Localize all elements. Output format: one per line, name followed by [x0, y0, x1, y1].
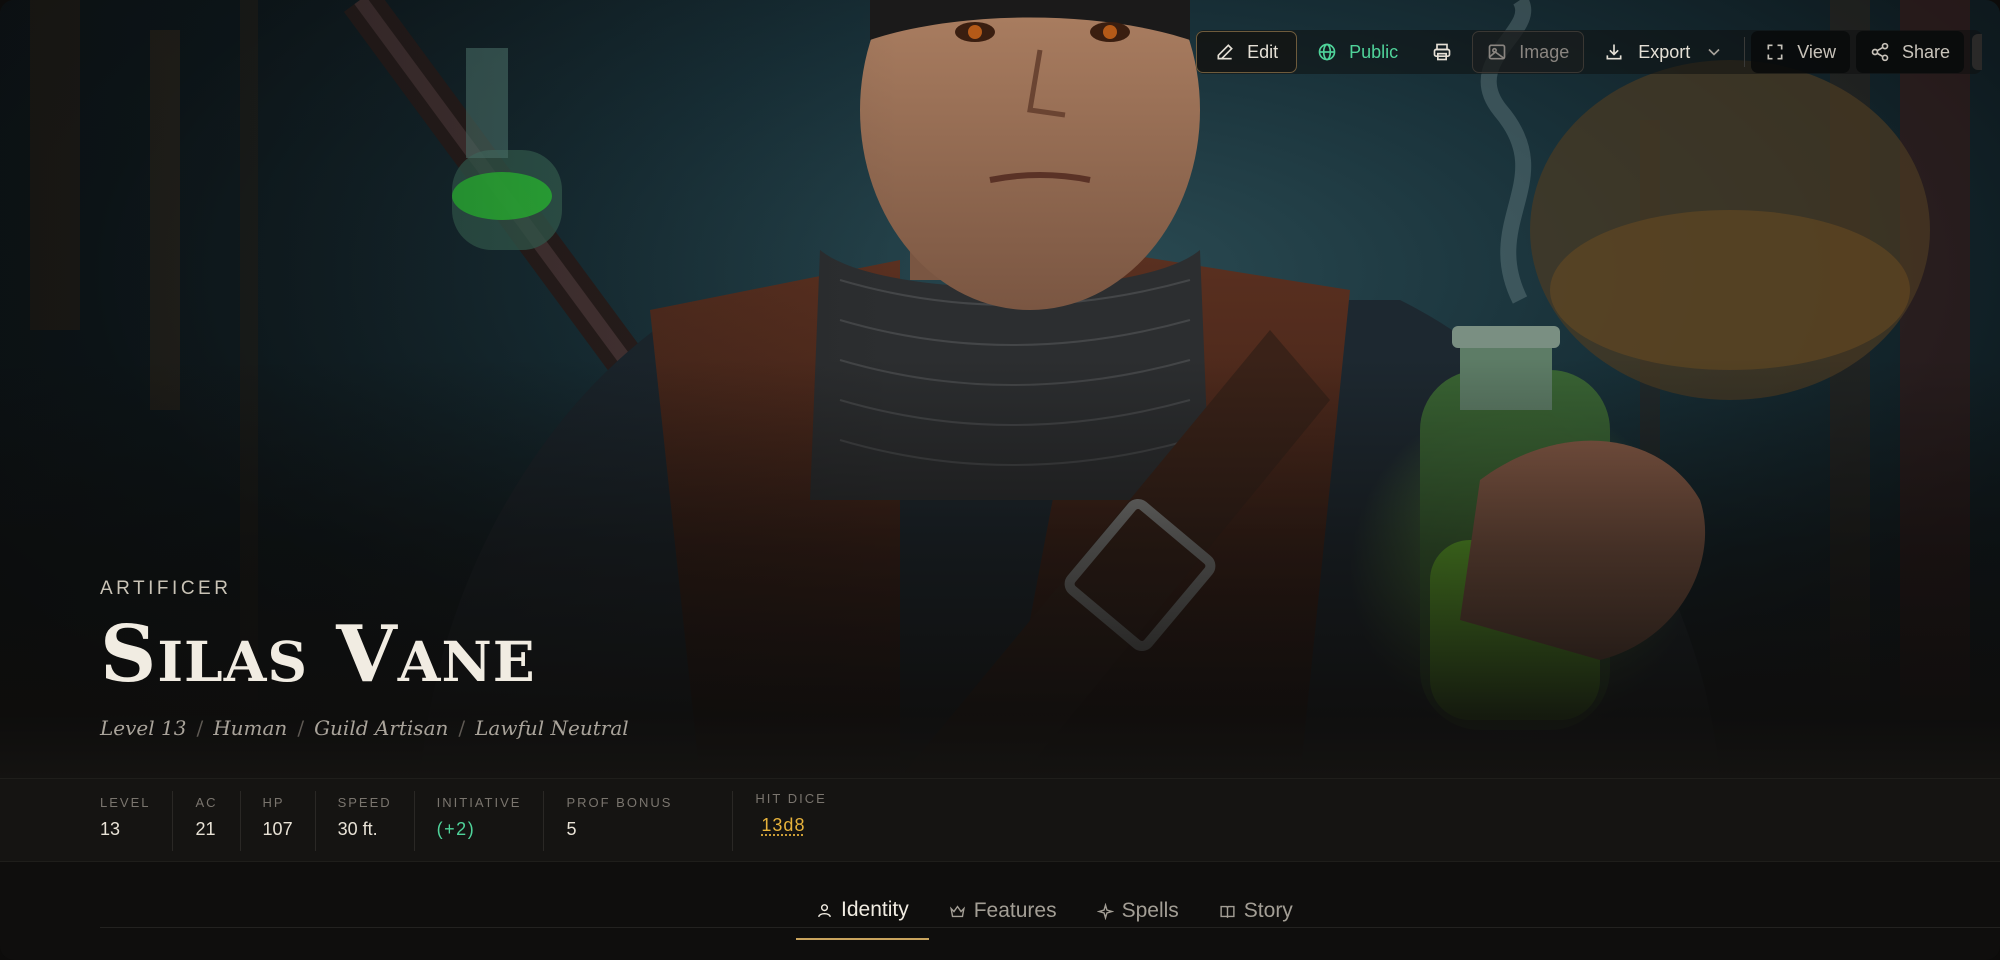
toolbar-overflow[interactable]	[1972, 34, 1982, 70]
stat-prof-bonus: PROF BONUS 5	[566, 791, 734, 851]
export-label: Export	[1638, 41, 1691, 62]
stat-value: 30 ft.	[337, 819, 378, 839]
globe-icon	[1318, 43, 1336, 61]
stat-label: LEVEL	[100, 795, 151, 810]
alignment-text: Lawful Neutral	[475, 716, 629, 740]
tab-story[interactable]: Story	[1199, 882, 1313, 940]
stat-ac: AC 21	[195, 791, 241, 851]
stat-label: HP	[262, 795, 285, 810]
edit-button[interactable]: Edit	[1196, 31, 1298, 73]
hit-dice-value[interactable]: 13d8	[761, 815, 826, 836]
print-button[interactable]	[1418, 31, 1466, 73]
stat-label: HIT DICE	[755, 791, 827, 806]
tab-label: Story	[1243, 899, 1293, 922]
tab-divider	[100, 927, 2000, 928]
stat-value: (+2)	[436, 819, 476, 839]
view-label: View	[1797, 41, 1836, 62]
public-label: Public	[1349, 41, 1399, 62]
character-name: Silas Vane	[100, 609, 536, 700]
identity-block: ARTIFICER Silas Vane Level 13 / Human / Guil…	[100, 578, 629, 740]
toolbar-divider	[1744, 37, 1746, 67]
stat-speed: SPEED 30 ft.	[338, 791, 415, 851]
stat-value: 13	[100, 819, 121, 839]
stat-label: INITIATIVE	[436, 795, 522, 810]
level-text: Level 13	[100, 716, 187, 740]
stat-initiative: INITIATIVE (+2)	[437, 791, 545, 851]
tab-label: Features	[973, 899, 1057, 922]
stat-hp: HP 107	[263, 791, 316, 851]
sparkle-icon	[1096, 902, 1114, 920]
separator: /	[297, 716, 305, 740]
image-button[interactable]: Image	[1472, 31, 1585, 73]
edit-label: Edit	[1247, 41, 1279, 62]
stat-label: PROF BONUS	[566, 795, 673, 810]
stat-level: LEVEL 13	[100, 791, 174, 851]
stat-label: AC	[195, 795, 218, 810]
tab-bar: Identity Features Spells Story	[0, 862, 2000, 960]
toolbar: Edit Public Image Export View Share	[1196, 30, 1982, 74]
public-toggle[interactable]: Public	[1303, 31, 1412, 73]
character-subline: Level 13 / Human / Guild Artisan / Lawful Neut…	[100, 716, 629, 740]
race-text: Human	[213, 716, 288, 740]
book-icon	[1220, 905, 1235, 918]
printer-icon	[1433, 43, 1451, 61]
separator: /	[458, 716, 466, 740]
stat-value: 5	[566, 819, 577, 839]
background-text: Guild Artisan	[314, 716, 449, 740]
stat-value: 21	[195, 819, 216, 839]
person-icon	[818, 903, 831, 917]
stat-value: 107	[262, 819, 293, 839]
image-label: Image	[1519, 41, 1570, 62]
tab-label: Spells	[1121, 899, 1179, 922]
stat-hit-dice[interactable]: HIT DICE 13d8	[755, 791, 848, 851]
tab-features[interactable]: Features	[929, 882, 1077, 940]
tab-label: Identity	[841, 898, 909, 921]
stat-label: SPEED	[337, 795, 392, 810]
tab-identity[interactable]: Identity	[796, 882, 929, 940]
share-icon	[1871, 42, 1889, 62]
hero-banner: ARTIFICER Silas Vane Level 13 / Human / Guil…	[0, 0, 2000, 778]
pencil-icon	[1217, 44, 1233, 60]
chevron-down-icon	[1708, 48, 1720, 56]
share-button[interactable]: Share	[1855, 31, 1964, 73]
character-sheet: ARTIFICER Silas Vane Level 13 / Human / Guil…	[0, 0, 2000, 960]
expand-icon	[1767, 44, 1783, 60]
view-button[interactable]: View	[1751, 31, 1850, 73]
stats-strip: LEVEL 13 AC 21 HP 107 SPEED 30 ft. INITI…	[0, 778, 2000, 862]
export-dropdown[interactable]: Export	[1590, 31, 1738, 73]
share-label: Share	[1901, 41, 1950, 62]
separator: /	[196, 716, 204, 740]
tab-spells[interactable]: Spells	[1077, 882, 1199, 940]
crown-icon	[949, 904, 965, 917]
download-icon	[1606, 44, 1622, 60]
image-off-icon	[1488, 44, 1506, 60]
class-label: ARTIFICER	[100, 578, 232, 599]
